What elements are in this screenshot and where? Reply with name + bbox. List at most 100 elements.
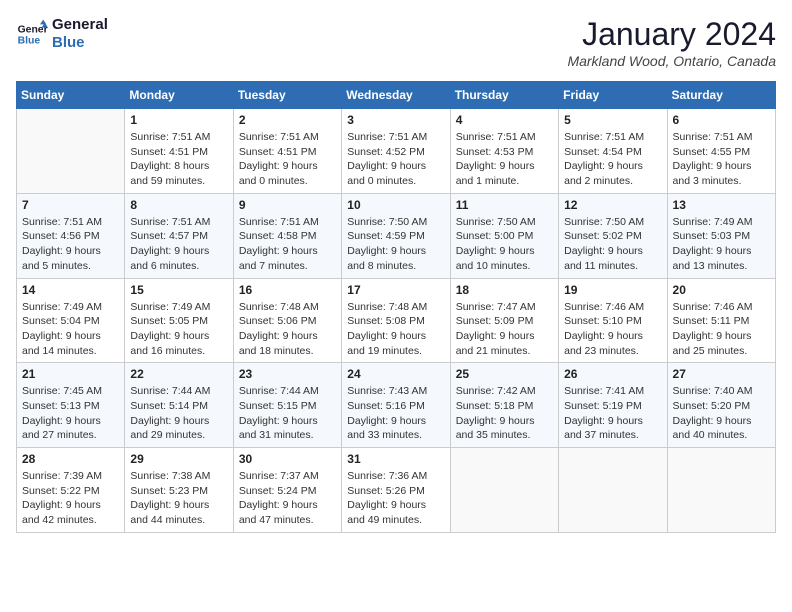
cell-content: Sunrise: 7:50 AM Sunset: 4:59 PM Dayligh… xyxy=(347,215,444,274)
day-number: 29 xyxy=(130,452,227,466)
calendar-cell xyxy=(559,448,667,533)
cell-content: Sunrise: 7:51 AM Sunset: 4:51 PM Dayligh… xyxy=(130,130,227,189)
logo: General Blue General Blue xyxy=(16,16,108,52)
calendar-cell: 29 Sunrise: 7:38 AM Sunset: 5:23 PM Dayli… xyxy=(125,448,233,533)
calendar-cell: 30 Sunrise: 7:37 AM Sunset: 5:24 PM Dayli… xyxy=(233,448,341,533)
day-header-monday: Monday xyxy=(125,82,233,109)
day-number: 24 xyxy=(347,367,444,381)
day-number: 16 xyxy=(239,283,336,297)
calendar-cell: 19Sunrise: 7:46 AM Sunset: 5:10 PM Dayli… xyxy=(559,278,667,363)
cell-content: Sunrise: 7:50 AM Sunset: 5:02 PM Dayligh… xyxy=(564,215,661,274)
day-number: 5 xyxy=(564,113,661,127)
cell-content: Sunrise: 7:51 AM Sunset: 4:56 PM Dayligh… xyxy=(22,215,119,274)
calendar-cell: 26 Sunrise: 7:41 AM Sunset: 5:19 PM Dayli… xyxy=(559,363,667,448)
day-header-friday: Friday xyxy=(559,82,667,109)
day-number: 17 xyxy=(347,283,444,297)
cell-content: Sunrise: 7:37 AM Sunset: 5:24 PM Dayligh… xyxy=(239,469,336,528)
day-number: 9 xyxy=(239,198,336,212)
day-number: 30 xyxy=(239,452,336,466)
svg-text:Blue: Blue xyxy=(18,36,41,47)
day-number: 26 xyxy=(564,367,661,381)
calendar-cell: 8Sunrise: 7:51 AM Sunset: 4:57 PM Daylig… xyxy=(125,193,233,278)
calendar-cell: 25Sunrise: 7:42 AM Sunset: 5:18 PM Dayli… xyxy=(450,363,558,448)
day-number: 7 xyxy=(22,198,119,212)
day-number: 1 xyxy=(130,113,227,127)
calendar-week-row: 21 Sunrise: 7:45 AM Sunset: 5:13 PM Dayli… xyxy=(17,363,776,448)
day-number: 18 xyxy=(456,283,553,297)
cell-content: Sunrise: 7:49 AM Sunset: 5:03 PM Dayligh… xyxy=(673,215,770,274)
day-number: 10 xyxy=(347,198,444,212)
cell-content: Sunrise: 7:47 AM Sunset: 5:09 PM Dayligh… xyxy=(456,300,553,359)
day-number: 15 xyxy=(130,283,227,297)
day-number: 25 xyxy=(456,367,553,381)
cell-content: Sunrise: 7:36 AM Sunset: 5:26 PM Dayligh… xyxy=(347,469,444,528)
day-number: 4 xyxy=(456,113,553,127)
cell-content: Sunrise: 7:48 AM Sunset: 5:08 PM Dayligh… xyxy=(347,300,444,359)
day-number: 20 xyxy=(673,283,770,297)
cell-content: Sunrise: 7:39 AM Sunset: 5:22 PM Dayligh… xyxy=(22,469,119,528)
logo-blue: Blue xyxy=(52,34,108,52)
cell-content: Sunrise: 7:40 AM Sunset: 5:20 PM Dayligh… xyxy=(673,384,770,443)
calendar-cell: 3Sunrise: 7:51 AM Sunset: 4:52 PM Daylig… xyxy=(342,109,450,194)
calendar-cell: 27 Sunrise: 7:40 AM Sunset: 5:20 PM Dayli… xyxy=(667,363,775,448)
calendar-cell: 15 Sunrise: 7:49 AM Sunset: 5:05 PM Dayli… xyxy=(125,278,233,363)
day-number: 6 xyxy=(673,113,770,127)
calendar-week-row: 14Sunrise: 7:49 AM Sunset: 5:04 PM Dayli… xyxy=(17,278,776,363)
day-number: 19 xyxy=(564,283,661,297)
calendar-cell: 2Sunrise: 7:51 AM Sunset: 4:51 PM Daylig… xyxy=(233,109,341,194)
title-block: January 2024 Markland Wood, Ontario, Can… xyxy=(567,16,776,69)
cell-content: Sunrise: 7:51 AM Sunset: 4:55 PM Dayligh… xyxy=(673,130,770,189)
calendar-week-row: 1 Sunrise: 7:51 AM Sunset: 4:51 PM Daylig… xyxy=(17,109,776,194)
calendar-cell xyxy=(17,109,125,194)
calendar-cell: 31 Sunrise: 7:36 AM Sunset: 5:26 PM Dayli… xyxy=(342,448,450,533)
calendar-cell: 28 Sunrise: 7:39 AM Sunset: 5:22 PM Dayli… xyxy=(17,448,125,533)
calendar-cell: 5 Sunrise: 7:51 AM Sunset: 4:54 PM Daylig… xyxy=(559,109,667,194)
day-number: 22 xyxy=(130,367,227,381)
day-header-wednesday: Wednesday xyxy=(342,82,450,109)
day-number: 13 xyxy=(673,198,770,212)
calendar-cell: 23Sunrise: 7:44 AM Sunset: 5:15 PM Dayli… xyxy=(233,363,341,448)
calendar-cell: 16Sunrise: 7:48 AM Sunset: 5:06 PM Dayli… xyxy=(233,278,341,363)
cell-content: Sunrise: 7:51 AM Sunset: 4:53 PM Dayligh… xyxy=(456,130,553,189)
calendar-cell: 9 Sunrise: 7:51 AM Sunset: 4:58 PM Daylig… xyxy=(233,193,341,278)
calendar-table: SundayMondayTuesdayWednesdayThursdayFrid… xyxy=(16,81,776,533)
cell-content: Sunrise: 7:51 AM Sunset: 4:52 PM Dayligh… xyxy=(347,130,444,189)
calendar-cell: 1 Sunrise: 7:51 AM Sunset: 4:51 PM Daylig… xyxy=(125,109,233,194)
day-header-thursday: Thursday xyxy=(450,82,558,109)
cell-content: Sunrise: 7:49 AM Sunset: 5:05 PM Dayligh… xyxy=(130,300,227,359)
day-header-saturday: Saturday xyxy=(667,82,775,109)
calendar-cell: 12 Sunrise: 7:50 AM Sunset: 5:02 PM Dayli… xyxy=(559,193,667,278)
cell-content: Sunrise: 7:38 AM Sunset: 5:23 PM Dayligh… xyxy=(130,469,227,528)
day-number: 27 xyxy=(673,367,770,381)
day-header-sunday: Sunday xyxy=(17,82,125,109)
cell-content: Sunrise: 7:50 AM Sunset: 5:00 PM Dayligh… xyxy=(456,215,553,274)
cell-content: Sunrise: 7:51 AM Sunset: 4:58 PM Dayligh… xyxy=(239,215,336,274)
calendar-cell: 18 Sunrise: 7:47 AM Sunset: 5:09 PM Dayli… xyxy=(450,278,558,363)
cell-content: Sunrise: 7:41 AM Sunset: 5:19 PM Dayligh… xyxy=(564,384,661,443)
calendar-cell: 6 Sunrise: 7:51 AM Sunset: 4:55 PM Daylig… xyxy=(667,109,775,194)
calendar-cell: 17 Sunrise: 7:48 AM Sunset: 5:08 PM Dayli… xyxy=(342,278,450,363)
cell-content: Sunrise: 7:51 AM Sunset: 4:54 PM Dayligh… xyxy=(564,130,661,189)
calendar-cell: 14Sunrise: 7:49 AM Sunset: 5:04 PM Dayli… xyxy=(17,278,125,363)
calendar-week-row: 7 Sunrise: 7:51 AM Sunset: 4:56 PM Daylig… xyxy=(17,193,776,278)
calendar-cell: 21 Sunrise: 7:45 AM Sunset: 5:13 PM Dayli… xyxy=(17,363,125,448)
day-number: 31 xyxy=(347,452,444,466)
page-header: General Blue General Blue January 2024 M… xyxy=(16,16,776,69)
month-title: January 2024 xyxy=(567,16,776,53)
day-number: 21 xyxy=(22,367,119,381)
calendar-cell xyxy=(667,448,775,533)
day-number: 14 xyxy=(22,283,119,297)
cell-content: Sunrise: 7:45 AM Sunset: 5:13 PM Dayligh… xyxy=(22,384,119,443)
day-number: 12 xyxy=(564,198,661,212)
calendar-cell: 11Sunrise: 7:50 AM Sunset: 5:00 PM Dayli… xyxy=(450,193,558,278)
calendar-cell: 4 Sunrise: 7:51 AM Sunset: 4:53 PM Daylig… xyxy=(450,109,558,194)
calendar-cell: 10 Sunrise: 7:50 AM Sunset: 4:59 PM Dayli… xyxy=(342,193,450,278)
day-number: 28 xyxy=(22,452,119,466)
calendar-cell: 24Sunrise: 7:43 AM Sunset: 5:16 PM Dayli… xyxy=(342,363,450,448)
logo-icon: General Blue xyxy=(16,18,48,50)
calendar-week-row: 28 Sunrise: 7:39 AM Sunset: 5:22 PM Dayli… xyxy=(17,448,776,533)
cell-content: Sunrise: 7:44 AM Sunset: 5:15 PM Dayligh… xyxy=(239,384,336,443)
calendar-cell: 20 Sunrise: 7:46 AM Sunset: 5:11 PM Dayli… xyxy=(667,278,775,363)
calendar-cell xyxy=(450,448,558,533)
cell-content: Sunrise: 7:46 AM Sunset: 5:11 PM Dayligh… xyxy=(673,300,770,359)
